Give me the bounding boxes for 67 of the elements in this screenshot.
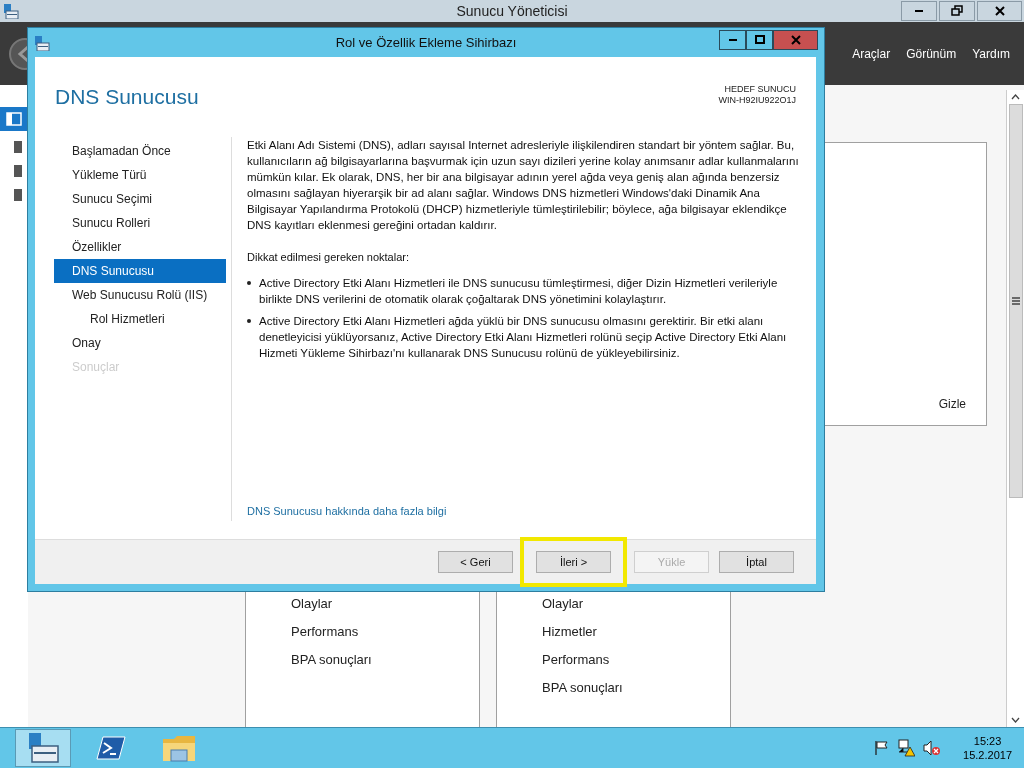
wizard-button[interactable]: < Geri — [438, 551, 513, 573]
tile-link[interactable]: Performans — [291, 623, 479, 641]
bullet-icon — [247, 281, 251, 285]
server-icon — [14, 141, 22, 153]
server-icon — [14, 165, 22, 177]
app-icon — [34, 34, 50, 51]
step-item[interactable]: Sunucu Seçimi — [54, 187, 226, 211]
flag-icon[interactable] — [873, 740, 890, 756]
step-item[interactable]: Özellikler — [54, 235, 226, 259]
sidebar-item[interactable] — [0, 107, 28, 131]
wizard-button[interactable]: İptal — [719, 551, 794, 573]
dialog-title: Rol ve Özellik Ekleme Sihirbazı — [335, 35, 517, 50]
folder-icon — [162, 733, 196, 763]
tile-link[interactable]: Olaylar — [542, 595, 730, 613]
grip-icon — [1011, 297, 1020, 305]
more-info-link[interactable]: DNS Sunucusu hakkında daha fazla bilgi — [247, 505, 447, 517]
wizard-button[interactable]: İleri > — [536, 551, 611, 573]
tile-link[interactable]: Olaylar — [291, 595, 479, 613]
close-button[interactable] — [773, 29, 818, 50]
close-icon — [992, 4, 1007, 18]
tile-link[interactable]: Performans — [542, 651, 730, 669]
note-text: Active Directory Etki Alanı Hizmetleri ile DNS sunucusu tümleştirmesi, diğer Dizin Hizmetleri verileriyle birlikte DNS verilerini de otomatik olarak çoğaltarak DNS yönetimini kolaylaştırır. — [259, 276, 779, 307]
step-item[interactable]: DNS Sunucusu — [54, 259, 226, 283]
close-button[interactable] — [977, 1, 1022, 21]
dashboard-icon — [6, 112, 22, 126]
step-item[interactable]: Sunucu Rolleri — [54, 211, 226, 235]
scroll-thumb[interactable] — [1008, 104, 1023, 498]
minimize-icon — [728, 38, 737, 41]
network-warning-icon[interactable] — [897, 739, 916, 757]
target-server: WIN-H92IU922O1J — [718, 95, 796, 106]
note-text: Active Directory Etki Alanı Hizmetleri ağda yüklü bir DNS sunucusu olmasını gerektirir. Bir etki alanı denetleyicisi yüklüyorsanız, Active Directory Etki Alanı Hizmetleri rolünü seçip Active Directory Etki Alanı Hizmeti Yükleme Sihirbazı'nı kullanarak DNS Sunucusu rolünü de yükleyebilirsiniz. — [259, 314, 788, 361]
restore-icon — [950, 4, 964, 18]
close-icon — [788, 32, 803, 47]
restore-button[interactable] — [939, 1, 975, 21]
hide-link[interactable]: Gizle — [938, 397, 966, 411]
step-item[interactable]: Web Sunucusu Rolü (IIS) — [54, 283, 226, 307]
maximize-button[interactable] — [746, 29, 773, 50]
app-icon — [3, 3, 19, 19]
step-item[interactable]: Rol Hizmetleri — [54, 307, 226, 331]
tile-link[interactable]: BPA sonuçları — [291, 651, 479, 669]
window-title: Sunucu Yöneticisi — [456, 3, 568, 19]
speaker-muted-icon[interactable] — [923, 740, 942, 756]
tile-link[interactable]: Hizmetler — [542, 623, 730, 641]
server-manager-icon — [26, 732, 60, 764]
page-heading: DNS Sunucusu — [55, 85, 199, 109]
minimize-button[interactable] — [901, 1, 937, 21]
step-item[interactable]: Yükleme Türü — [54, 163, 226, 187]
menu-item[interactable]: Araçlar — [852, 46, 891, 61]
notes-heading: Dikkat edilmesi gereken noktalar: — [247, 251, 411, 263]
scrollbar[interactable] — [1006, 90, 1024, 727]
target-label: HEDEF SUNUCU — [724, 84, 796, 95]
minimize-button[interactable] — [719, 29, 746, 50]
step-item[interactable]: Onay — [54, 331, 226, 355]
tile-link[interactable]: BPA sonuçları — [542, 679, 730, 697]
step-item[interactable]: Başlamadan Önce — [54, 139, 226, 163]
taskbar-app[interactable] — [15, 729, 71, 767]
bullet-icon — [247, 319, 251, 323]
clock[interactable]: 15:23 15.2.2017 — [963, 734, 1012, 762]
terminal-icon — [95, 734, 127, 762]
clock-time: 15:23 — [973, 734, 1002, 748]
menu-item[interactable]: Yardım — [972, 46, 1010, 61]
server-icon — [14, 189, 22, 201]
clock-date: 15.2.2017 — [963, 748, 1012, 762]
menu-item[interactable]: Görünüm — [906, 46, 957, 61]
maximize-icon — [752, 32, 767, 47]
description-text: Etki Alanı Adı Sistemi (DNS), adları sayısal Internet adresleriyle ilişkilendiren standart bir yöntem sağlar. Bu, kullanıcıların ağ bilgisayarlarına başvurmak için uzun sayı dizileri yerine kolay anımsanır adlar kullanmalarını mümkün kılar. Ek olarak, DNS, her bir ana bilgisayar adının yerel ağda veya geniş alan ağında benzersiz olmasını sağlayan hiyerarşik bir ad alanı sağlar. Windows DNS hizmetleri Windows'daki Dinamik Ana Bilgisayar Yapılandırma Protokolü (DHCP) hizmetleriyle tümleştirilebilir; böylece, ağa bilgisayar eklendikçe DNS kayıtları eklenmesi gereğini ortadan kaldırır. — [247, 138, 800, 233]
minimize-icon — [915, 10, 923, 12]
